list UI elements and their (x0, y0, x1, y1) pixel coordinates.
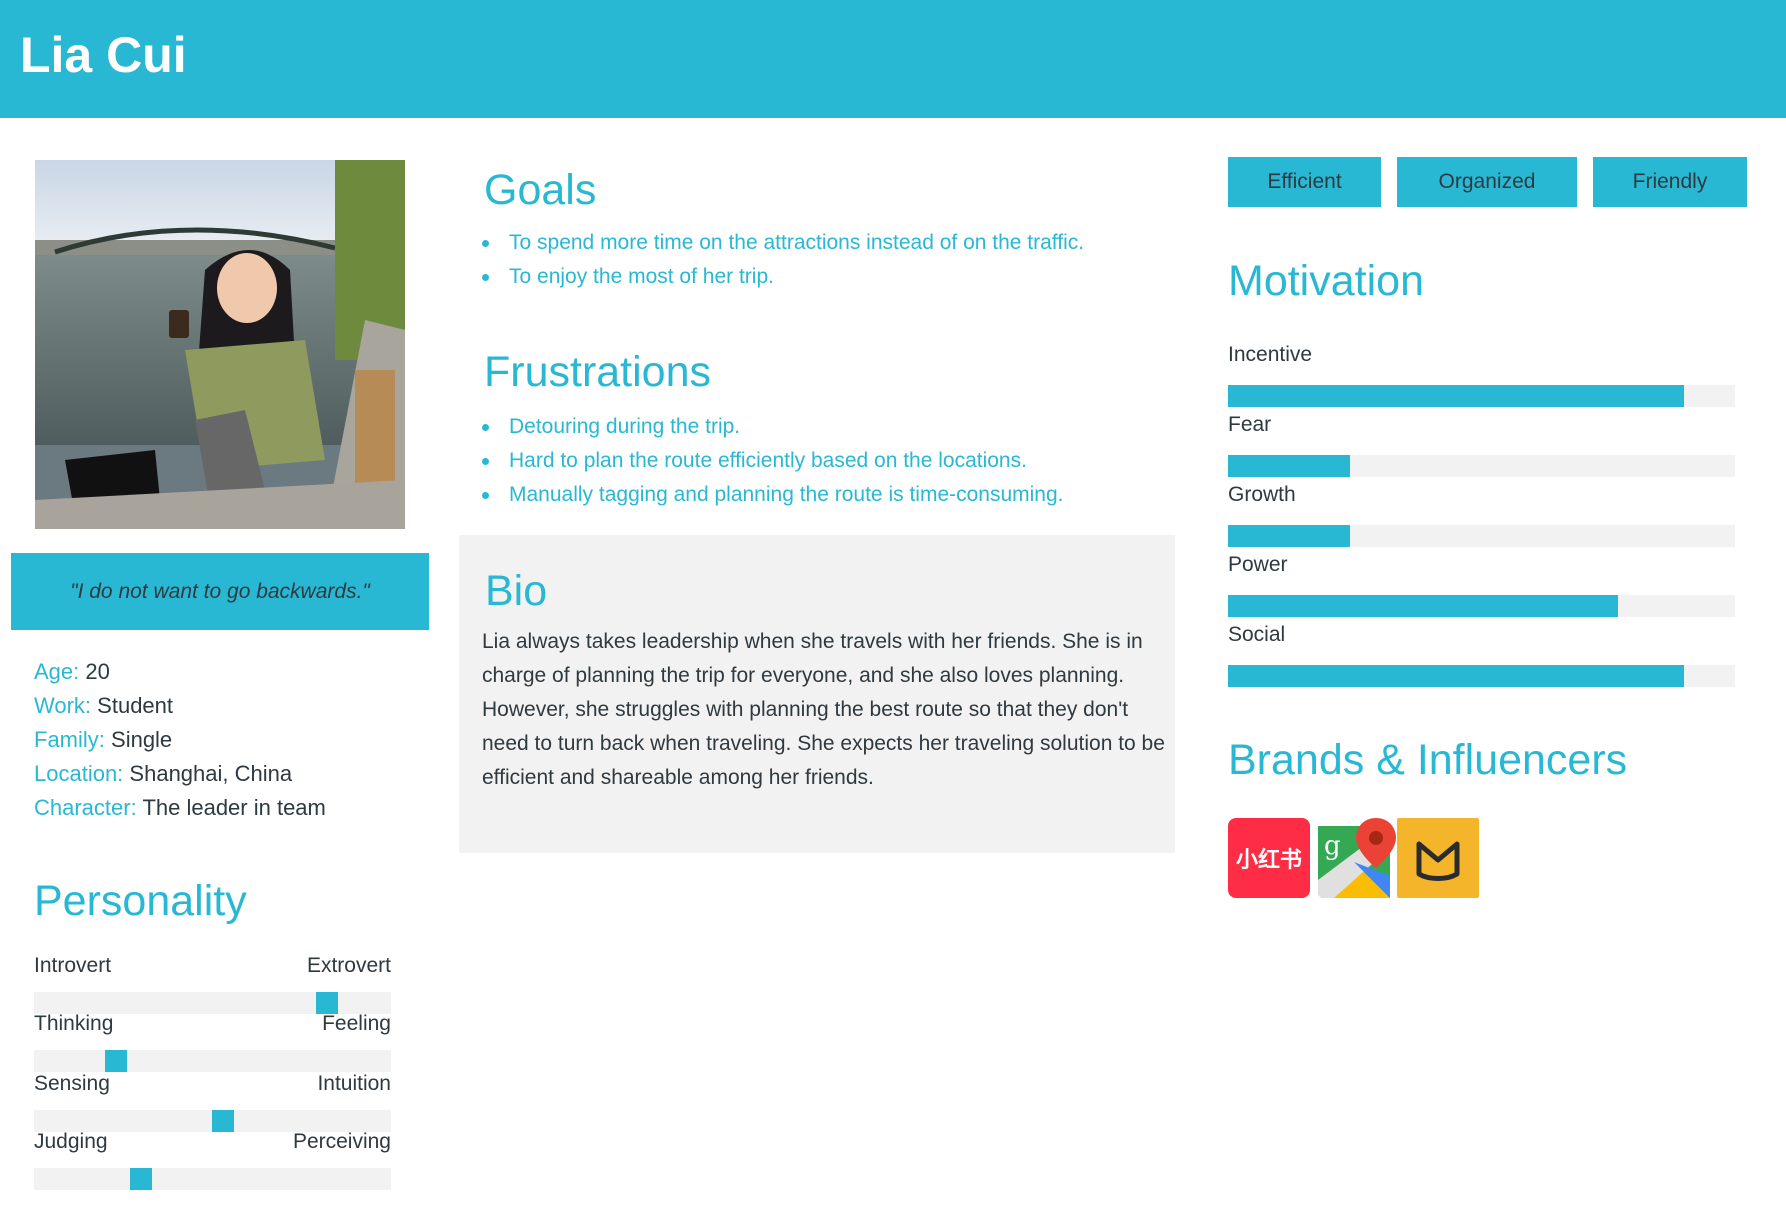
motivation-fill (1228, 665, 1685, 687)
bio-title: Bio (485, 567, 548, 615)
list-item: Manually tagging and planning the route … (480, 478, 1064, 512)
scale-marker (105, 1050, 128, 1072)
scale-left-label: Introvert (34, 954, 112, 977)
motivation-fill (1228, 385, 1685, 407)
personality-scale: Judging Perceiving (34, 1130, 391, 1190)
motivation-bar: Fear (1228, 413, 1735, 477)
scale-track (34, 1110, 391, 1132)
info-value: 20 (85, 659, 110, 684)
motivation-track (1228, 595, 1735, 617)
motivation-label: Growth (1228, 483, 1296, 506)
scale-left-label: Sensing (34, 1072, 110, 1095)
info-value: The leader in team (142, 795, 326, 820)
scale-right-label: Extrovert (306, 954, 391, 977)
mafengwo-icon (1397, 818, 1479, 898)
goals-title: Goals (484, 166, 597, 214)
list-item: To spend more time on the attractions in… (480, 226, 1084, 260)
personality-scale: Introvert Extrovert (34, 954, 391, 1014)
info-key: Character: (34, 795, 137, 820)
motivation-label: Social (1228, 623, 1286, 646)
scale-left-label: Thinking (34, 1012, 114, 1035)
scale-track (34, 1050, 391, 1072)
motivation-fill (1228, 525, 1350, 547)
info-location: Location: Shanghai, China (34, 757, 326, 791)
info-key: Work: (34, 693, 92, 718)
motivation-track (1228, 665, 1735, 687)
scale-track (34, 992, 391, 1014)
persona-photo (35, 160, 405, 529)
info-value: Single (111, 727, 173, 752)
quote-text: "I do not want to go backwards." (70, 579, 370, 603)
scale-marker (315, 992, 338, 1014)
motivation-track (1228, 385, 1735, 407)
motivation-label: Fear (1228, 413, 1272, 436)
scale-marker (130, 1168, 153, 1190)
motivation-fill (1228, 455, 1350, 477)
header: Lia Cui (0, 0, 1786, 118)
bio-panel: Bio Lia always takes leadership when she… (459, 535, 1175, 853)
quote-banner: "I do not want to go backwards." (11, 553, 429, 630)
frustrations-list: Detouring during the trip. Hard to plan … (480, 410, 1064, 512)
list-item: To enjoy the most of her trip. (480, 260, 1084, 294)
personality-title: Personality (34, 877, 247, 925)
scale-right-label: Intuition (317, 1072, 391, 1095)
scale-track (34, 1168, 391, 1190)
info-work: Work: Student (34, 689, 326, 723)
google-maps-icon: g (1318, 818, 1400, 898)
info-age: Age: 20 (34, 655, 326, 689)
scale-right-label: Perceiving (292, 1130, 391, 1153)
info-value: Shanghai, China (129, 761, 293, 786)
personality-scale: Thinking Feeling (34, 1012, 391, 1072)
scale-left-label: Judging (34, 1130, 108, 1153)
motivation-label: Power (1228, 553, 1288, 576)
motivation-title: Motivation (1228, 257, 1424, 305)
frustrations-title: Frustrations (484, 348, 712, 396)
xiaohongshu-icon: 小红书 (1228, 818, 1310, 898)
motivation-label: Incentive (1228, 343, 1313, 366)
info-key: Location: (34, 761, 124, 786)
brands-title: Brands & Influencers (1228, 736, 1628, 784)
motivation-bar: Growth (1228, 483, 1735, 547)
personality-scale: Sensing Intuition (34, 1072, 391, 1132)
trait-tag: Efficient (1228, 157, 1381, 207)
info-key: Family: (34, 727, 105, 752)
trait-tag: Friendly (1593, 157, 1747, 207)
info-family: Family: Single (34, 723, 326, 757)
list-item: Hard to plan the route efficiently based… (480, 444, 1064, 478)
info-value: Student (97, 693, 174, 718)
motivation-bar: Power (1228, 553, 1735, 617)
bio-text: Lia always takes leadership when she tra… (482, 630, 1165, 789)
info-character: Character: The leader in team (34, 791, 326, 825)
trait-tag: Organized (1397, 157, 1577, 207)
xiaohongshu-logo-text: 小红书 (1235, 847, 1302, 872)
svg-text:g: g (1324, 831, 1341, 861)
motivation-bar: Incentive (1228, 343, 1735, 407)
persona-name: Lia Cui (20, 27, 187, 83)
scale-right-label: Feeling (322, 1012, 391, 1035)
info-key: Age: (34, 659, 80, 684)
motivation-fill (1228, 595, 1619, 617)
goals-list: To spend more time on the attractions in… (480, 226, 1084, 294)
motivation-track (1228, 525, 1735, 547)
motivation-bar: Social (1228, 623, 1735, 687)
list-item: Detouring during the trip. (480, 410, 1064, 444)
scale-marker (212, 1110, 235, 1132)
demographics: Age: 20 Work: Student Family: Single Loc… (34, 655, 326, 825)
motivation-track (1228, 455, 1735, 477)
